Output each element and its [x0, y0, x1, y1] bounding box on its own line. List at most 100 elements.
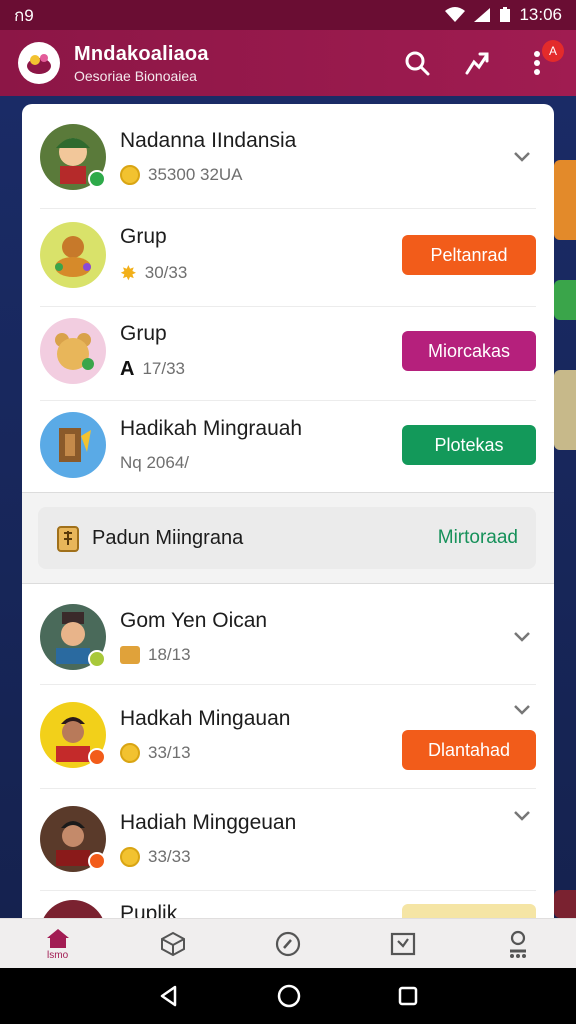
expand-button[interactable]	[512, 700, 532, 720]
list-item[interactable]: Grup A 17/33 Miorcakas	[22, 314, 554, 388]
header-actions: A	[402, 40, 564, 78]
item-meta: Nq 2064/	[120, 453, 189, 472]
status-icons: 13:06	[445, 5, 562, 25]
item-name: Gom Yen Oican	[120, 609, 268, 632]
banner-action-link[interactable]: Mirtoraad	[438, 527, 518, 549]
list-item[interactable]: Hadikah Mingrauah Nq 2064/ Plotekas	[22, 408, 554, 482]
list-item[interactable]: Nadanna IIndansia 35300 32UA	[22, 120, 554, 194]
more-vertical-icon	[534, 51, 540, 75]
nav-profile[interactable]	[488, 929, 548, 959]
item-name: Nadanna IIndansia	[120, 129, 297, 152]
divider	[40, 400, 536, 401]
status-dot	[88, 170, 106, 188]
status-dot	[88, 650, 106, 668]
nav-inbox[interactable]	[373, 931, 433, 957]
system-nav-bar	[0, 968, 576, 1024]
home-icon	[46, 928, 69, 948]
avatar-mascot-icon	[55, 236, 91, 277]
avatar	[40, 318, 106, 384]
notification-badge: A	[542, 40, 564, 62]
status-bar: ก9 13:06	[0, 0, 576, 30]
app-subtitle: Oesoriae Bionoaiea	[74, 67, 197, 84]
divider	[40, 684, 536, 685]
app-logo[interactable]	[18, 42, 60, 84]
avatar	[40, 806, 106, 872]
nav-explore[interactable]	[258, 930, 318, 958]
status-clock: 13:06	[519, 5, 562, 24]
logo-icon	[27, 54, 51, 74]
item-name: Grup	[120, 224, 167, 248]
background-peek-card	[554, 280, 576, 320]
coin-icon	[120, 165, 140, 185]
inbox-icon	[391, 932, 416, 955]
list-item[interactable]: Puplik	[22, 900, 554, 918]
app-header: Mndakoaliaoa Oesoriae Bionoaiea A	[0, 30, 576, 96]
chevron-down-icon	[514, 152, 530, 162]
banner-label: Padun Miingrana	[92, 526, 244, 549]
avatar-bear-icon	[55, 333, 94, 370]
item-name: Hadiah Minggeuan	[120, 811, 297, 834]
divider	[40, 788, 536, 789]
action-button[interactable]: Peltanrad	[402, 235, 536, 275]
weekly-banner[interactable]: Padun Miingrana Mirtoraad	[38, 507, 536, 569]
back-icon[interactable]	[157, 984, 181, 1008]
avatar	[40, 124, 106, 190]
search-icon	[405, 51, 430, 76]
cube-icon	[160, 931, 185, 956]
avatar-box-icon	[59, 428, 91, 462]
background-peek-card	[554, 160, 576, 240]
star-icon	[120, 847, 140, 867]
status-dot	[88, 852, 106, 870]
profile-icon	[510, 930, 527, 958]
list-item[interactable]: Grup ✸ 30/33 Peltanrad	[22, 218, 554, 292]
item-meta: 18/13	[148, 645, 191, 664]
signal-icon	[474, 8, 491, 22]
expand-button[interactable]	[512, 147, 532, 167]
expand-button[interactable]	[512, 806, 532, 826]
expand-button[interactable]	[512, 627, 532, 647]
action-label: Dlantahad	[427, 739, 511, 760]
item-meta: 33/13	[148, 743, 191, 762]
action-label: Peltanrad	[430, 244, 508, 265]
share-button[interactable]	[462, 48, 492, 78]
background-peek-card	[554, 890, 576, 918]
chevron-down-icon	[514, 811, 530, 821]
avatar	[40, 412, 106, 478]
status-dot	[88, 748, 106, 766]
item-name: Hadikah Mingrauah	[120, 417, 303, 440]
item-meta: 35300 32UA	[148, 165, 243, 184]
item-meta: 30/33	[144, 263, 188, 282]
item-meta: 17/33	[142, 359, 185, 378]
box-icon	[57, 526, 79, 552]
list-item[interactable]: Hadiah Minggeuan 33/33	[22, 802, 554, 876]
more-options-button[interactable]: A	[522, 40, 564, 78]
action-button[interactable]	[402, 904, 536, 918]
nav-box[interactable]	[143, 931, 203, 957]
star-icon: ✸	[120, 262, 137, 285]
recents-icon[interactable]	[397, 985, 419, 1007]
banner-zone: Padun Miingrana Mirtoraad	[22, 492, 554, 584]
share-icon	[465, 52, 489, 75]
action-button[interactable]: Plotekas	[402, 425, 536, 465]
divider	[40, 890, 536, 891]
action-button[interactable]: Dlantahad	[402, 730, 536, 770]
item-name: Grup	[120, 321, 167, 345]
avatar	[40, 900, 106, 918]
item-meta: 33/33	[148, 847, 191, 866]
background-peek-card	[554, 370, 576, 450]
nav-home-label: lsmo	[47, 949, 69, 961]
list-item[interactable]: Hadkah Mingauan 33/13 Dlantahad	[22, 698, 554, 772]
nav-home[interactable]: lsmo	[28, 927, 88, 961]
list-item[interactable]: Gom Yen Oican 18/13	[22, 600, 554, 674]
item-name: Hadkah Mingauan	[120, 707, 291, 730]
compass-icon	[275, 931, 301, 956]
chevron-down-icon	[514, 632, 530, 642]
action-label: Plotekas	[434, 434, 504, 455]
search-button[interactable]	[402, 48, 432, 78]
action-button[interactable]: Miorcakas	[402, 331, 536, 371]
action-label: Miorcakas	[427, 340, 511, 361]
app-title: Mndakoaliaoa	[74, 42, 209, 65]
home-circle-icon[interactable]	[276, 983, 302, 1009]
bottom-nav: lsmo	[0, 918, 576, 968]
divider	[40, 306, 536, 307]
